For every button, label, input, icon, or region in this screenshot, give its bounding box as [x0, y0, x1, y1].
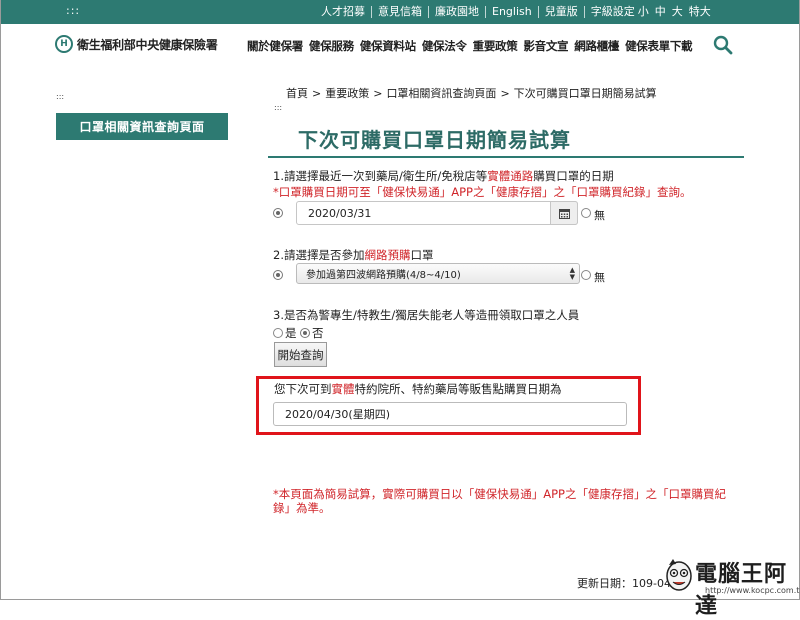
nav-services[interactable]: 健保服務 — [309, 38, 354, 54]
nav-media[interactable]: 影音文宣 — [523, 38, 568, 54]
result-highlight: 實體 — [331, 382, 355, 396]
sidebar-anchor[interactable]: ::: — [56, 92, 64, 101]
result-label: 您下次可到實體特約院所、特約藥局等販售點購買日期為 — [274, 382, 562, 396]
start-query-button[interactable]: 開始查詢 — [274, 342, 327, 367]
q1-highlight: 實體通路 — [487, 169, 534, 183]
q2-select-radio[interactable] — [273, 270, 283, 280]
site-name: 衛生福利部中央健康保險署 — [77, 37, 218, 52]
main-nav: 關於健保署 健保服務 健保資料站 健保法令 重要政策 影音文宣 網路櫃檯 健保表… — [247, 38, 698, 54]
question-2: 2.請選擇是否參加網路預購口罩 — [273, 248, 434, 262]
breadcrumb: 首頁 > 重要政策 > 口罩相關資訊查詢頁面 > 下次可購買口罩日期簡易試算 — [286, 87, 657, 100]
q3-yes-label: 是 — [285, 326, 297, 340]
breadcrumb-mask-info[interactable]: 口罩相關資訊查詢頁面 — [386, 87, 496, 100]
link-feedback[interactable]: 意見信箱 — [371, 6, 428, 18]
question-3: 3.是否為警專生/特教生/獨居失能老人等造冊領取口罩之人員 — [273, 308, 580, 322]
online-preorder-select[interactable]: 參加過第四波網路預購(4/8~4/10) ▲ ▼ — [296, 263, 580, 284]
utility-links: 人才招募 意見信箱 廉政園地 English 兒童版 字級設定 小 中 大 特大 — [315, 0, 714, 24]
q2-none-radio[interactable] — [581, 270, 591, 280]
watermark-url: http://www.kocpc.com.tw — [705, 586, 800, 595]
q2-highlight: 網路預購 — [364, 248, 411, 262]
site-logo[interactable]: H 衛生福利部中央健康保險署 — [55, 35, 218, 53]
result-date-field: 2020/04/30(星期四) — [273, 402, 627, 426]
watermark-mascot-icon — [666, 559, 692, 591]
nav-about[interactable]: 關於健保署 — [247, 38, 303, 54]
nav-online-counter[interactable]: 網路櫃檯 — [574, 38, 619, 54]
link-kids[interactable]: 兒童版 — [537, 6, 584, 18]
skip-anchor[interactable]: ::: — [66, 4, 80, 17]
breadcrumb-home[interactable]: 首頁 — [286, 87, 308, 100]
font-size-xlarge[interactable]: 特大 — [686, 6, 714, 18]
title-divider — [268, 156, 744, 158]
top-utility-bar: ::: 人才招募 意見信箱 廉政園地 English 兒童版 字級設定 小 中 … — [1, 0, 799, 24]
q3-yes-radio[interactable] — [273, 328, 283, 338]
select-arrows-icon: ▲ ▼ — [569, 266, 575, 281]
font-size-label: 字級設定 — [583, 6, 635, 18]
q1-date-radio[interactable] — [273, 208, 283, 218]
page-title: 下次可購買口罩日期簡易試算 — [298, 128, 571, 152]
nav-forms[interactable]: 健保表單下載 — [625, 38, 693, 54]
q1-none-radio[interactable] — [581, 208, 591, 218]
select-value: 參加過第四波網路預購(4/8~4/10) — [306, 270, 461, 281]
nav-laws[interactable]: 健保法令 — [422, 38, 467, 54]
q1-note: *口罩購買日期可至「健保快易通」APP之「健康存摺」之「口罩購買紀錄」查詢。 — [273, 185, 692, 199]
q1-none-label: 無 — [594, 209, 605, 222]
sidebar-item-mask-info[interactable]: 口罩相關資訊查詢頁面 — [56, 113, 228, 140]
link-recruitment[interactable]: 人才招募 — [315, 6, 371, 18]
q2-none-label: 無 — [594, 271, 605, 284]
purchase-date-input[interactable]: 2020/03/31 — [296, 201, 578, 225]
nhi-logo-icon: H — [55, 35, 73, 53]
nav-data[interactable]: 健保資料站 — [360, 38, 416, 54]
question-1: 1.請選擇最近一次到藥局/衛生所/免稅店等實體通路購買口罩的日期 — [273, 169, 614, 183]
disclaimer-note: *本頁面為簡易試算，實際可購買日以「健保快易通」APP之「健康存摺」之「口罩購買… — [273, 487, 726, 515]
q3-no-label: 否 — [312, 326, 324, 340]
font-size-medium[interactable]: 中 — [652, 6, 669, 18]
calendar-icon — [558, 208, 570, 219]
link-english[interactable]: English — [485, 6, 538, 18]
content-anchor[interactable]: ::: — [274, 103, 282, 112]
font-size-small[interactable]: 小 — [635, 6, 652, 18]
font-size-large[interactable]: 大 — [669, 6, 686, 18]
breadcrumb-policies[interactable]: 重要政策 — [325, 87, 369, 100]
calendar-button[interactable] — [550, 201, 578, 225]
q3-no-radio[interactable] — [300, 328, 310, 338]
link-integrity[interactable]: 廉政園地 — [428, 6, 485, 18]
nav-policies[interactable]: 重要政策 — [473, 38, 518, 54]
breadcrumb-current: 下次可購買口罩日期簡易試算 — [513, 87, 657, 100]
search-icon[interactable] — [713, 35, 733, 55]
